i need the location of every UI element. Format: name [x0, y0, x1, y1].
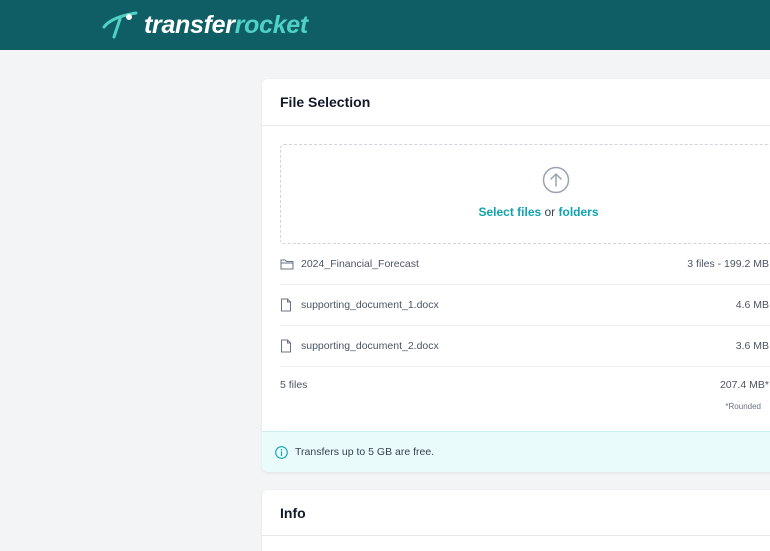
file-icon	[280, 298, 294, 312]
file-size: 4.6 MB	[735, 299, 769, 311]
total-summary: 5 files 207.4 MB*	[280, 379, 770, 391]
info-title: Info	[262, 490, 770, 536]
info-icon	[275, 445, 289, 459]
dropzone-text: Select files or folders	[281, 205, 770, 219]
logo-text: transferrocket	[144, 11, 308, 40]
upload-arrow-icon[interactable]	[542, 166, 570, 194]
file-dropzone[interactable]: Select files or folders	[280, 144, 770, 244]
file-list-item[interactable]: supporting_document_2.docx 3.6 MB	[280, 326, 770, 367]
app-logo[interactable]: transferrocket	[100, 8, 308, 42]
logo-text-rocket: rocket	[234, 10, 309, 39]
file-icon	[280, 339, 294, 353]
file-list-item[interactable]: 2024_Financial_Forecast 3 files - 199.2 …	[280, 244, 770, 285]
notice-text: Transfers up to 5 GB are free.	[295, 446, 435, 458]
top-header: transferrocket	[0, 0, 770, 50]
total-size: 207.4 MB*	[719, 379, 769, 391]
rocket-logo-icon	[100, 9, 140, 41]
logo-text-transfer: transfer	[144, 10, 235, 39]
file-list-item[interactable]: supporting_document_1.docx 4.6 MB	[280, 285, 770, 326]
folders-link[interactable]: folders	[559, 205, 599, 219]
file-name: supporting_document_1.docx	[301, 299, 439, 311]
folder-icon	[280, 257, 294, 271]
free-transfer-notice: Transfers up to 5 GB are free.	[262, 431, 770, 472]
file-name: supporting_document_2.docx	[301, 340, 439, 352]
or-text: or	[541, 205, 559, 219]
total-file-count: 5 files	[280, 379, 308, 391]
rounded-footnote: *Rounded	[725, 402, 761, 411]
select-files-link[interactable]: Select files	[478, 205, 541, 219]
file-size: 3.6 MB	[735, 340, 769, 352]
file-selection-card: File Selection Select files or folders 2…	[262, 79, 770, 472]
file-size: 3 files - 199.2 MB	[687, 258, 769, 270]
info-card: Info	[262, 490, 770, 551]
file-selection-title: File Selection	[262, 79, 770, 126]
